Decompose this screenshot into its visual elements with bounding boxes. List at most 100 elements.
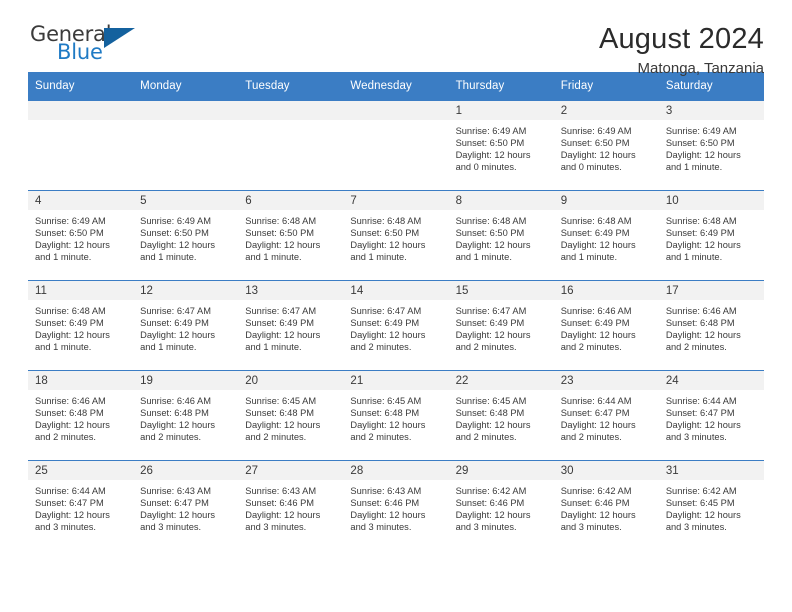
weekday-header-wednesday: Wednesday (343, 72, 449, 101)
brand-logo[interactable]: General Blue (28, 22, 158, 68)
day-number (238, 101, 344, 120)
calendar-week-row: 25 Sunrise: 6:44 AM Sunset: 6:47 PM Dayligh… (28, 460, 764, 550)
daylight-text-line1: Daylight: 12 hours (35, 420, 110, 431)
day-sun-info: Sunrise: 6:46 AM Sunset: 6:48 PM Daylight:… (28, 390, 133, 443)
day-cell-content: 5 Sunrise: 6:49 AM Sunset: 6:50 PM Daylight… (133, 191, 239, 280)
daylight-text-line1: Daylight: 12 hours (665, 150, 741, 161)
calendar-day-cell[interactable]: 15 Sunrise: 6:47 AM Sunset: 6:49 PM Dayligh… (448, 280, 554, 371)
day-number: 29 (448, 461, 554, 480)
day-number: 16 (553, 281, 659, 300)
calendar-day-cell[interactable]: 4 Sunrise: 6:49 AM Sunset: 6:50 PM Daylight… (28, 190, 134, 281)
day-cell-content: 14 Sunrise: 6:47 AM Sunset: 6:49 PM Dayligh… (343, 281, 449, 370)
day-sun-info: Sunrise: 6:49 AM Sunset: 6:50 PM Daylight:… (659, 120, 764, 173)
calendar-day-cell[interactable]: 19 Sunrise: 6:46 AM Sunset: 6:48 PM Dayligh… (133, 370, 239, 461)
day-number: 30 (553, 461, 659, 480)
calendar-day-cell[interactable]: 22 Sunrise: 6:45 AM Sunset: 6:48 PM Dayligh… (448, 370, 554, 461)
calendar-day-cell[interactable]: 20 Sunrise: 6:45 AM Sunset: 6:48 PM Dayligh… (238, 370, 344, 461)
daylight-text-line2: and 1 minute. (245, 252, 302, 263)
daylight-text-line2: and 1 minute. (350, 252, 407, 263)
sunrise-text: Sunrise: 6:49 AM (35, 216, 106, 226)
calendar-day-cell[interactable]: 12 Sunrise: 6:47 AM Sunset: 6:49 PM Dayligh… (133, 280, 239, 371)
day-cell-content: 13 Sunrise: 6:47 AM Sunset: 6:49 PM Dayligh… (238, 281, 344, 370)
day-cell-content: 16 Sunrise: 6:46 AM Sunset: 6:49 PM Dayligh… (553, 281, 659, 370)
daylight-text-line1: Daylight: 12 hours (455, 420, 531, 431)
weekday-header-monday: Monday (133, 72, 239, 101)
day-cell-content (28, 101, 134, 190)
calendar-day-cell[interactable]: 28 Sunrise: 6:43 AM Sunset: 6:46 PM Dayligh… (343, 460, 449, 550)
daylight-text-line1: Daylight: 12 hours (140, 420, 216, 431)
sunset-text: Sunset: 6:45 PM (665, 498, 735, 509)
calendar-day-cell[interactable]: 16 Sunrise: 6:46 AM Sunset: 6:49 PM Dayligh… (553, 280, 659, 371)
calendar-day-cell[interactable]: 5 Sunrise: 6:49 AM Sunset: 6:50 PM Daylight… (133, 190, 239, 281)
weekday-header-sunday: Sunday (28, 72, 134, 101)
daylight-text-line1: Daylight: 12 hours (455, 240, 531, 251)
day-number: 5 (133, 191, 239, 210)
day-cell-content: 4 Sunrise: 6:49 AM Sunset: 6:50 PM Daylight… (28, 191, 134, 280)
sunset-text: Sunset: 6:49 PM (35, 318, 104, 329)
calendar-day-cell[interactable]: 7 Sunrise: 6:48 AM Sunset: 6:50 PM Daylight… (343, 190, 449, 281)
day-number: 20 (238, 371, 344, 390)
calendar-day-cell[interactable]: 30 Sunrise: 6:42 AM Sunset: 6:46 PM Dayligh… (553, 460, 659, 550)
sunset-text: Sunset: 6:46 PM (350, 498, 420, 509)
day-sun-info: Sunrise: 6:44 AM Sunset: 6:47 PM Daylight:… (28, 480, 133, 533)
calendar-day-cell[interactable]: 24 Sunrise: 6:44 AM Sunset: 6:47 PM Dayligh… (658, 370, 764, 461)
calendar-day-cell[interactable]: 13 Sunrise: 6:47 AM Sunset: 6:49 PM Dayligh… (238, 280, 344, 371)
day-cell-content: 28 Sunrise: 6:43 AM Sunset: 6:46 PM Dayligh… (343, 461, 449, 550)
calendar-day-cell[interactable]: 10 Sunrise: 6:48 AM Sunset: 6:49 PM Dayligh… (658, 190, 764, 281)
daylight-text-line2: and 2 minutes. (560, 342, 622, 353)
day-cell-content: 19 Sunrise: 6:46 AM Sunset: 6:48 PM Dayligh… (133, 371, 239, 460)
sunrise-text: Sunrise: 6:43 AM (140, 486, 211, 496)
daylight-text-line1: Daylight: 12 hours (560, 150, 636, 161)
calendar-day-cell[interactable]: 1 Sunrise: 6:49 AM Sunset: 6:50 PM Daylight… (448, 101, 554, 191)
calendar-day-cell[interactable]: 6 Sunrise: 6:48 AM Sunset: 6:50 PM Daylight… (238, 190, 344, 281)
daylight-text-line1: Daylight: 12 hours (665, 420, 741, 431)
day-sun-info: Sunrise: 6:47 AM Sunset: 6:49 PM Daylight:… (449, 300, 554, 353)
day-sun-info: Sunrise: 6:48 AM Sunset: 6:50 PM Daylight:… (449, 210, 554, 263)
day-sun-info: Sunrise: 6:49 AM Sunset: 6:50 PM Daylight:… (554, 120, 659, 173)
day-sun-info: Sunrise: 6:48 AM Sunset: 6:50 PM Daylight:… (343, 210, 448, 263)
calendar-day-cell[interactable]: 25 Sunrise: 6:44 AM Sunset: 6:47 PM Dayligh… (28, 460, 134, 550)
calendar-day-cell[interactable]: 27 Sunrise: 6:43 AM Sunset: 6:46 PM Dayligh… (238, 460, 344, 550)
calendar-day-cell[interactable]: 18 Sunrise: 6:46 AM Sunset: 6:48 PM Dayligh… (28, 370, 134, 461)
daylight-text-line1: Daylight: 12 hours (245, 420, 321, 431)
daylight-text-line2: and 3 minutes. (665, 522, 727, 533)
calendar-day-cell[interactable]: 11 Sunrise: 6:48 AM Sunset: 6:49 PM Dayligh… (28, 280, 134, 371)
day-cell-content: 22 Sunrise: 6:45 AM Sunset: 6:48 PM Dayligh… (448, 371, 554, 460)
sunrise-text: Sunrise: 6:46 AM (35, 396, 106, 406)
day-sun-info: Sunrise: 6:47 AM Sunset: 6:49 PM Daylight:… (133, 300, 238, 353)
daylight-text-line2: and 0 minutes. (560, 162, 622, 173)
sunrise-text: Sunrise: 6:49 AM (140, 216, 211, 226)
calendar-day-cell[interactable]: 2 Sunrise: 6:49 AM Sunset: 6:50 PM Daylight… (553, 101, 659, 191)
sunrise-text: Sunrise: 6:49 AM (665, 126, 737, 136)
sunrise-text: Sunrise: 6:48 AM (455, 216, 527, 226)
calendar-day-cell[interactable]: 23 Sunrise: 6:44 AM Sunset: 6:47 PM Dayligh… (553, 370, 659, 461)
day-number: 9 (553, 191, 659, 210)
daylight-text-line2: and 1 minute. (140, 252, 197, 263)
calendar-day-cell[interactable]: 14 Sunrise: 6:47 AM Sunset: 6:49 PM Dayligh… (343, 280, 449, 371)
day-number (28, 101, 134, 120)
daylight-text-line2: and 2 minutes. (35, 432, 96, 443)
sunrise-text: Sunrise: 6:43 AM (350, 486, 422, 496)
calendar-day-cell[interactable]: 26 Sunrise: 6:43 AM Sunset: 6:47 PM Dayligh… (133, 460, 239, 550)
calendar-cell-empty (238, 101, 344, 191)
calendar-day-cell[interactable]: 17 Sunrise: 6:46 AM Sunset: 6:48 PM Dayligh… (658, 280, 764, 371)
calendar-day-cell[interactable]: 21 Sunrise: 6:45 AM Sunset: 6:48 PM Dayligh… (343, 370, 449, 461)
daylight-text-line1: Daylight: 12 hours (455, 330, 531, 341)
calendar-day-cell[interactable]: 8 Sunrise: 6:48 AM Sunset: 6:50 PM Daylight… (448, 190, 554, 281)
day-cell-content: 30 Sunrise: 6:42 AM Sunset: 6:46 PM Dayligh… (553, 461, 659, 550)
calendar-day-cell[interactable]: 9 Sunrise: 6:48 AM Sunset: 6:49 PM Daylight… (553, 190, 659, 281)
calendar-day-cell[interactable]: 31 Sunrise: 6:42 AM Sunset: 6:45 PM Dayligh… (658, 460, 764, 550)
calendar-week-row: 4 Sunrise: 6:49 AM Sunset: 6:50 PM Daylight… (28, 190, 764, 281)
calendar-day-cell[interactable]: 29 Sunrise: 6:42 AM Sunset: 6:46 PM Dayligh… (448, 460, 554, 550)
day-number: 15 (448, 281, 554, 300)
day-sun-info: Sunrise: 6:49 AM Sunset: 6:50 PM Daylight:… (449, 120, 554, 173)
day-number: 26 (133, 461, 239, 480)
calendar-day-cell[interactable]: 3 Sunrise: 6:49 AM Sunset: 6:50 PM Daylight… (658, 101, 764, 191)
day-cell-content: 17 Sunrise: 6:46 AM Sunset: 6:48 PM Dayligh… (658, 281, 764, 370)
day-cell-content: 31 Sunrise: 6:42 AM Sunset: 6:45 PM Dayligh… (658, 461, 764, 550)
daylight-text-line1: Daylight: 12 hours (245, 330, 321, 341)
day-number: 3 (658, 101, 764, 120)
sunrise-text: Sunrise: 6:44 AM (560, 396, 632, 406)
sunset-text: Sunset: 6:49 PM (140, 318, 209, 329)
day-number: 7 (343, 191, 449, 210)
